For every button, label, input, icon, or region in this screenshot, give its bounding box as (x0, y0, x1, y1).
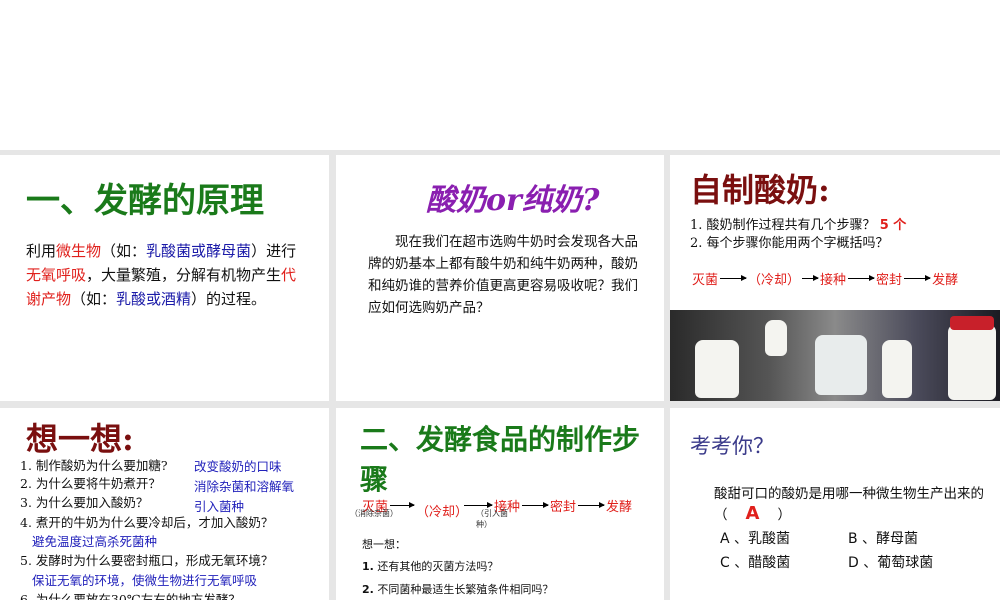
text: ） (777, 507, 791, 523)
arrow-icon (904, 275, 932, 281)
answer: 消除杂菌和溶解氧 (194, 479, 295, 494)
slide-title: 二、发酵食品的制作步骤 (360, 423, 641, 496)
answer: A (745, 503, 760, 524)
option-b: B 、酵母菌 (848, 531, 919, 547)
step: 密封 (876, 273, 903, 288)
question-2: 2. 每个步骤你能用两个字概括吗？ (690, 236, 889, 251)
text: 不同菌种最适生长繁殖条件相同吗？ (377, 583, 554, 596)
text: ）的过程。 (191, 290, 267, 308)
step: （冷却） (416, 505, 469, 520)
answer: 改变酸奶的口味 (194, 459, 282, 474)
text: 微生物 (56, 242, 102, 260)
slide-thumbnail-fermentation-principle[interactable]: 一、发酵的原理 利用微生物（如：乳酸菌或酵母菌）进行无氧呼吸，大量繁殖，分解有机… (0, 155, 329, 401)
answer: 保证无氧的环境，使微生物进行无氧呼吸 (32, 573, 258, 588)
step: 灭菌 (692, 273, 719, 288)
step: 发酵 (932, 273, 959, 288)
text: （如： (71, 290, 117, 308)
question: 6. 为什么要放在30℃左右的地方发酵？ (20, 592, 241, 600)
note: （消除杂菌） (350, 509, 398, 518)
slide-title: 酸奶or纯奶? (426, 183, 600, 218)
note: （引入菌种） (476, 509, 508, 529)
question: 3. 为什么要加入酸奶？ (20, 495, 149, 510)
step: 发酵 (606, 499, 633, 515)
text: 1. 酸奶制作过程共有几个步骤？ (690, 218, 876, 233)
arrow-icon (464, 501, 494, 508)
question: 4. 煮开的牛奶为什么要冷却后，才加入酸奶？ (20, 515, 274, 530)
answer: 5 个 (879, 218, 907, 233)
step: 密封 (550, 499, 577, 515)
text: 利用 (26, 242, 57, 260)
slide-thumbnail-production-steps[interactable]: 二、发酵食品的制作步骤 灭菌 （冷却） 接种 密封 发酵 （消除杂菌） （引入菌种） 想… (336, 408, 664, 600)
arrow-icon (390, 501, 416, 508)
option-d: D 、葡萄球菌 (848, 555, 934, 571)
slide-title: 考考你？ (690, 434, 774, 458)
slide-thumbnail-homemade-yogurt[interactable]: 自制酸奶: 1. 酸奶制作过程共有几个步骤？ 5 个 2. 每个步骤你能用两个字… (670, 155, 1000, 401)
num: 1. (362, 560, 374, 573)
option-c: C 、醋酸菌 (720, 555, 791, 571)
text: 乳酸或酒精 (116, 290, 192, 308)
question: 5. 发酵时为什么要密封瓶口，形成无氧环境？ (20, 553, 274, 568)
option-a: A 、乳酸菌 (720, 531, 791, 547)
slide-body: 现在我们在超市选购牛奶时会发现各大品牌的奶基本上都有酸牛奶和纯牛奶两种，酸奶和纯… (368, 234, 638, 316)
arrow-icon (522, 501, 550, 508)
slide-title: 自制酸奶: (690, 171, 830, 209)
slide-title: 想一想: (26, 420, 134, 458)
num: 2. (362, 583, 374, 596)
text: 乳酸菌或酵母菌 (146, 242, 252, 260)
question: 2. 为什么要将牛奶煮开？ (20, 476, 161, 491)
question-2: 2. 不同菌种最适生长繁殖条件相同吗？ (362, 581, 553, 597)
yogurt-making-photos (670, 310, 1000, 401)
question-1: 1. 酸奶制作过程共有几个步骤？ 5 个 (690, 217, 906, 235)
arrow-icon (802, 275, 820, 281)
arrow-icon (720, 275, 748, 281)
slide-title: 一、发酵的原理 (26, 181, 264, 221)
text: （如： (101, 242, 147, 260)
top-blank-area (0, 0, 1000, 150)
question: 1. 制作酸奶为什么要加糖? (20, 458, 168, 473)
arrow-icon (578, 501, 606, 508)
quiz-question: 酸甜可口的酸奶是用哪一种微生物生产出来的（ A） (714, 484, 999, 525)
slide-thumbnail-quiz[interactable]: 考考你？ 酸甜可口的酸奶是用哪一种微生物生产出来的（ A） A 、乳酸菌 B 、酵… (670, 408, 1000, 600)
step: 接种 (820, 273, 847, 288)
text: 无氧呼吸 (26, 266, 87, 284)
text: ，大量繁殖，分解有机物产生 (86, 266, 282, 284)
slide-thumbnail-yogurt-or-milk[interactable]: 酸奶or纯奶? 现在我们在超市选购牛奶时会发现各大品牌的奶基本上都有酸牛奶和纯牛… (336, 155, 664, 401)
answer: 避免温度过高杀死菌种 (32, 534, 158, 549)
arrow-icon (848, 275, 876, 281)
text: 还有其他的灭菌方法吗？ (377, 560, 499, 573)
process-flow: 灭菌 （冷却） 接种 密封 发酵 (692, 269, 958, 288)
subheading: 想一想： (362, 538, 406, 551)
question-1: 1. 还有其他的灭菌方法吗？ (362, 558, 498, 574)
slide-body: 利用微生物（如：乳酸菌或酵母菌）进行无氧呼吸，大量繁殖，分解有机物产生代谢产物（… (26, 239, 306, 311)
text: ）进行 (251, 242, 297, 260)
step: （冷却） (748, 273, 801, 288)
slide-thumbnail-think[interactable]: 想一想: 1. 制作酸奶为什么要加糖? 改变酸奶的口味 2. 为什么要将牛奶煮开… (0, 408, 329, 600)
